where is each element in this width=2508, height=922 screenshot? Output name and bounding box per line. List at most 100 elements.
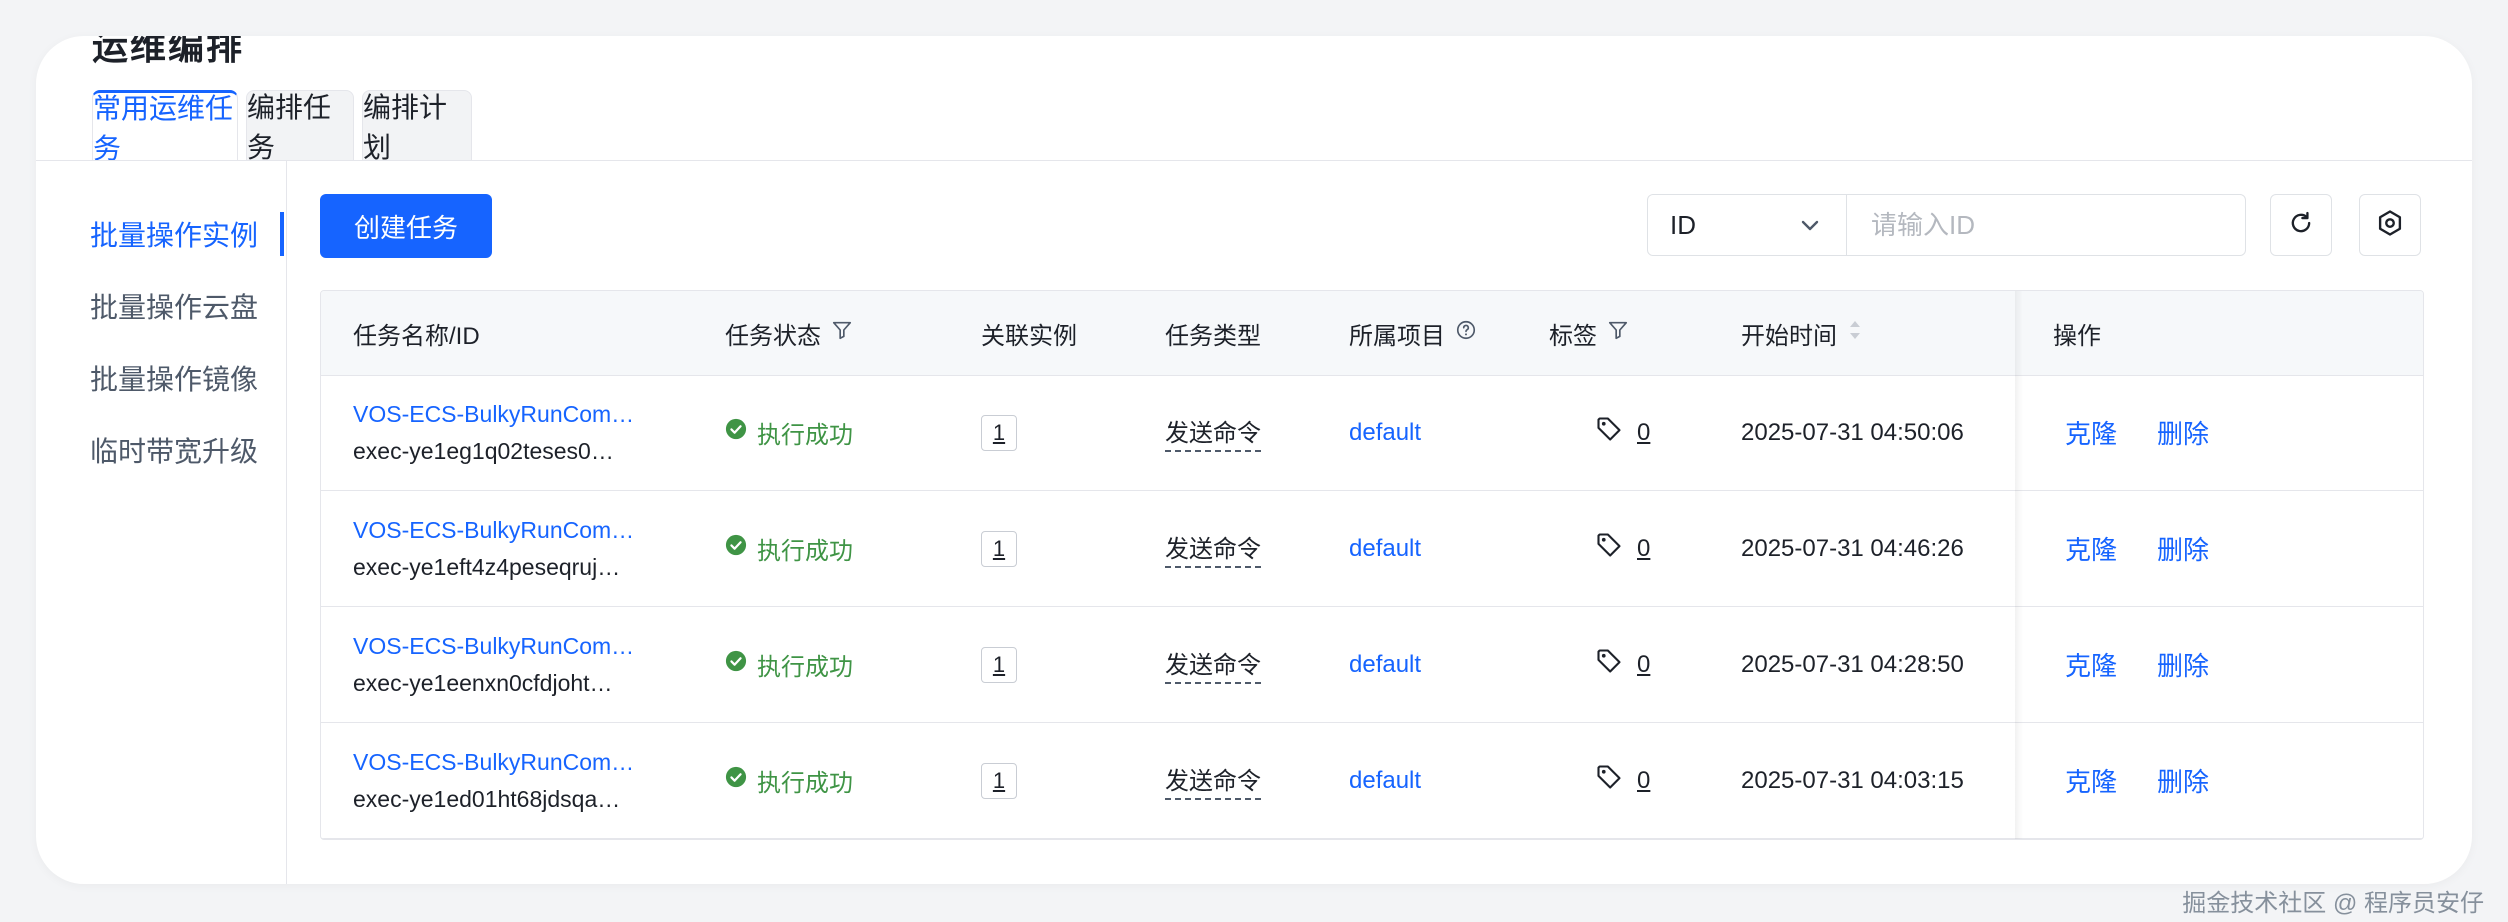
ops-cell: 克隆 [2065,491,2117,606]
task-type-text[interactable]: 发送命令 [1165,529,1261,568]
start-time: 2025-07-31 04:50:06 [1741,418,1964,446]
success-check-icon [725,650,747,679]
ops-cell: 克隆 [2065,723,2117,838]
task-name-link[interactable]: VOS-ECS-BulkyRunCom… [353,749,634,776]
col-header-status: 任务状态 [725,291,853,375]
task-name-link[interactable]: VOS-ECS-BulkyRunCom… [353,633,634,660]
table-row: VOS-ECS-BulkyRunCom… exec-ye1eft4z4peseq… [321,491,2423,607]
search-field-select[interactable]: ID [1647,194,1847,256]
main-card: 运维编排 常用运维任务 编排任务 编排计划 批量操作实例 批量操作云盘 批量操作… [36,36,2472,884]
refresh-button[interactable] [2270,194,2332,256]
tags-cell[interactable]: 0 [1595,375,1650,490]
project-link[interactable]: default [1349,535,1421,563]
project-link[interactable]: default [1349,767,1421,795]
col-header-type: 任务类型 [1165,322,1261,350]
project-link[interactable]: default [1349,419,1421,447]
tags-cell[interactable]: 0 [1595,607,1650,722]
project-link[interactable]: default [1349,651,1421,679]
status-text: 执行成功 [757,770,853,797]
ops-cell: 删除 [2157,607,2209,722]
tab-orchestration[interactable]: 编排任务 [246,90,354,163]
sidebar-item-batch-image[interactable]: 批量操作镜像 [90,356,286,400]
instance-count-cell: 1 [981,491,1017,606]
task-id: exec-ye1ed01ht68jdsqa… [353,785,621,812]
sort-icon[interactable] [1847,316,1863,351]
search-field-value: ID [1670,209,1696,240]
delete-button[interactable]: 删除 [2157,414,2209,451]
start-time-cell: 2025-07-31 04:46:26 [1741,491,1964,606]
instance-count-badge[interactable]: 1 [981,646,1017,683]
gear-icon [2375,208,2405,243]
tag-icon [1595,531,1623,566]
task-name-cell: VOS-ECS-BulkyRunCom… exec-ye1ed01ht68jds… [353,723,634,838]
clone-button[interactable]: 克隆 [2065,762,2117,799]
status-badge: 执行成功 [725,607,853,722]
project-cell: default [1349,375,1421,490]
clone-button[interactable]: 克隆 [2065,414,2117,451]
task-type-text[interactable]: 发送命令 [1165,645,1261,684]
start-time-cell: 2025-07-31 04:03:15 [1741,723,1964,838]
status-badge: 执行成功 [725,375,853,490]
task-id: exec-ye1eg1q02teses0… [353,437,614,464]
task-type-cell: 发送命令 [1165,723,1261,838]
tag-count: 0 [1637,418,1651,446]
instance-count-badge[interactable]: 1 [981,414,1017,451]
tag-icon [1595,647,1623,682]
table-row: VOS-ECS-BulkyRunCom… exec-ye1eenxn0cfdjo… [321,607,2423,723]
tabs-divider [36,160,2472,161]
ops-cell: 删除 [2157,723,2209,838]
clone-button[interactable]: 克隆 [2065,530,2117,567]
create-task-button[interactable]: 创建任务 [320,194,492,258]
instance-count-badge[interactable]: 1 [981,762,1017,799]
settings-button[interactable] [2359,194,2421,256]
table-row: VOS-ECS-BulkyRunCom… exec-ye1ed01ht68jds… [321,723,2423,839]
delete-button[interactable]: 删除 [2157,762,2209,799]
tags-cell[interactable]: 0 [1595,491,1650,606]
clone-button[interactable]: 克隆 [2065,646,2117,683]
start-time-cell: 2025-07-31 04:28:50 [1741,607,1964,722]
watermark: 掘金技术社区 @ 程序员安仔 [2182,890,2484,917]
tag-count: 0 [1637,766,1651,794]
task-type-cell: 发送命令 [1165,375,1261,490]
status-badge: 执行成功 [725,723,853,838]
start-time: 2025-07-31 04:03:15 [1741,766,1964,794]
instance-count-cell: 1 [981,607,1017,722]
task-type-text[interactable]: 发送命令 [1165,413,1261,452]
task-type-text[interactable]: 发送命令 [1165,761,1261,800]
task-name-link[interactable]: VOS-ECS-BulkyRunCom… [353,517,634,544]
ops-cell: 删除 [2157,375,2209,490]
task-id: exec-ye1eft4z4peseqruj… [353,553,621,580]
success-check-icon [725,418,747,447]
filter-icon[interactable] [831,319,853,348]
tag-count: 0 [1637,650,1651,678]
col-header-project: 所属项目 [1349,291,1477,375]
search-input[interactable] [1846,194,2246,256]
tag-count: 0 [1637,534,1651,562]
project-cell: default [1349,723,1421,838]
delete-button[interactable]: 删除 [2157,646,2209,683]
page-title: 运维编排 [92,36,245,67]
task-id: exec-ye1eenxn0cfdjoht… [353,669,613,696]
col-header-start-time: 开始时间 [1741,291,1863,375]
instance-count-cell: 1 [981,723,1017,838]
instance-count-badge[interactable]: 1 [981,530,1017,567]
filter-icon[interactable] [1607,319,1629,348]
sidebar-item-batch-instance[interactable]: 批量操作实例 [90,212,286,256]
tab-common-ops[interactable]: 常用运维任务 [92,90,238,164]
task-name-link[interactable]: VOS-ECS-BulkyRunCom… [353,401,634,428]
tab-orchestration-plan[interactable]: 编排计划 [362,90,472,163]
start-time: 2025-07-31 04:28:50 [1741,650,1964,678]
delete-button[interactable]: 删除 [2157,530,2209,567]
table-row: VOS-ECS-BulkyRunCom… exec-ye1eg1q02teses… [321,375,2423,491]
start-time: 2025-07-31 04:46:26 [1741,534,1964,562]
status-badge: 执行成功 [725,491,853,606]
status-text: 执行成功 [757,538,853,565]
ops-cell: 克隆 [2065,375,2117,490]
help-icon[interactable] [1455,319,1477,348]
sidebar-item-batch-disk[interactable]: 批量操作云盘 [90,284,286,328]
task-type-cell: 发送命令 [1165,607,1261,722]
tags-cell[interactable]: 0 [1595,723,1650,838]
tag-icon [1595,415,1623,450]
sidebar-item-bandwidth-upgrade[interactable]: 临时带宽升级 [90,428,286,472]
fixed-column-shadow [2015,291,2023,839]
